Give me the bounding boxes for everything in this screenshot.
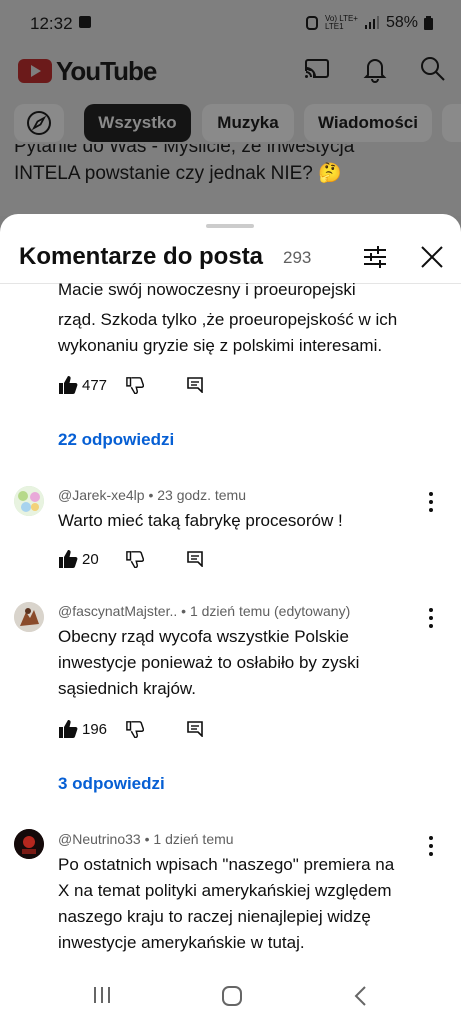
hotspot-icon (305, 16, 318, 30)
like-icon[interactable] (58, 375, 78, 395)
reply-icon[interactable] (187, 721, 203, 737)
meta-separator: • (144, 831, 150, 847)
meta-separator: • (181, 603, 187, 619)
post-line-2: INTELA powstanie czy jednak NIE? 🤔 (14, 163, 342, 184)
more-options-icon[interactable] (428, 836, 434, 856)
comment-4-line-1: Po ostatnich wpisach "naszego" premiera … (58, 855, 395, 874)
category-chips: Wszystko Muzyka Wiadomości (0, 104, 461, 144)
avatar-image (14, 602, 44, 632)
network-label: Vo) LTE+ LTE1 (324, 14, 358, 31)
more-options-icon[interactable] (428, 492, 434, 512)
post-line-1: Pytanie do Was - Myślicie, że inwestycja (14, 144, 355, 157)
avatar[interactable] (14, 602, 44, 632)
filter-sort-icon[interactable] (362, 245, 388, 269)
dislike-icon[interactable] (126, 720, 144, 738)
comment-2-like-count: 20 (82, 551, 99, 568)
notification-check-icon (79, 16, 91, 28)
status-time: 12:32 (30, 14, 73, 33)
avatar[interactable] (14, 486, 44, 516)
like-icon[interactable] (58, 549, 78, 569)
comment-1-like-count: 477 (82, 377, 108, 394)
search-icon[interactable] (419, 55, 447, 83)
bell-icon[interactable] (361, 55, 389, 83)
comment-2-line-1: Warto mieć taką fabrykę procesorów ! (58, 511, 343, 530)
chip-all[interactable]: Wszystko (84, 104, 191, 142)
comment-3-meta: @fascynatMajster.. • 1 dzień temu (edyto… (58, 603, 350, 619)
dislike-icon[interactable] (126, 376, 144, 394)
sheet-drag-handle[interactable] (206, 224, 254, 228)
comment-4-meta: @Neutrino33 • 1 dzień temu (58, 831, 234, 847)
sheet-title: Komentarze do posta (19, 243, 264, 270)
comment-2-author[interactable]: @Jarek-xe4lp (58, 487, 145, 503)
comment-3-time: 1 dzień temu (edytowany) (189, 603, 351, 619)
reply-icon[interactable] (187, 551, 203, 567)
comment-4-author[interactable]: @Neutrino33 (58, 831, 141, 847)
youtube-play-icon (18, 59, 52, 83)
comment-count: 293 (283, 248, 312, 267)
more-options-icon[interactable] (428, 608, 434, 628)
comment-3-like-count: 196 (82, 721, 108, 738)
comment-1-line-1: Macie swój nowoczesny i proeuropejski (58, 283, 356, 299)
comment-4-line-4: inwestycje amerykańskie w tutaj. (58, 933, 305, 952)
avatar-image (14, 486, 44, 516)
comment-4-line-2: X na temat polityki amerykańskiej względ… (58, 881, 392, 900)
signal-icon (364, 16, 379, 29)
close-icon[interactable] (421, 246, 443, 268)
chip-music[interactable]: Muzyka (202, 104, 294, 142)
comment-4-line-3: naszego kraju to raczej nienajlepiej wid… (58, 907, 371, 926)
chip-news[interactable]: Wiadomości (304, 104, 432, 142)
youtube-logo-text: YouTube (56, 56, 157, 86)
comment-1-line-2: rząd. Szkoda tylko ,że proeuropejskość w… (58, 310, 398, 329)
compass-icon (27, 111, 51, 135)
battery-percent: 58% (385, 14, 418, 31)
status-bar: 12:32 Vo) LTE+ LTE1 58% (0, 0, 461, 46)
comment-2-meta: @Jarek-xe4lp • 23 godz. temu (58, 487, 246, 503)
status-right: Vo) LTE+ LTE1 58% (305, 14, 433, 32)
battery-icon (424, 16, 433, 30)
comment-3-replies-link[interactable]: 3 odpowiedzi (58, 774, 165, 794)
comment-3-author[interactable]: @fascynatMajster.. (58, 603, 177, 619)
like-icon[interactable] (58, 719, 78, 739)
meta-separator: • (148, 487, 154, 503)
reply-icon[interactable] (187, 377, 203, 393)
post-text: Pytanie do Was - Myślicie, że inwestycja… (14, 144, 454, 187)
home-icon[interactable] (221, 985, 243, 1007)
comment-3-line-1: Obecny rząd wycofa wszystkie Polskie (58, 627, 349, 646)
back-icon[interactable] (352, 985, 368, 1007)
avatar[interactable] (14, 829, 44, 859)
comment-3-line-3: sąsiednich krajów. (58, 679, 196, 698)
comment-1-replies-link[interactable]: 22 odpowiedzi (58, 430, 174, 450)
comment-4-time: 1 dzień temu (153, 831, 234, 847)
recent-apps-icon[interactable] (92, 985, 112, 1005)
explore-chip[interactable] (14, 104, 64, 142)
chip-more[interactable] (442, 104, 461, 142)
dislike-icon[interactable] (126, 550, 144, 568)
cast-icon[interactable] (303, 55, 331, 83)
avatar-image (14, 829, 44, 859)
comment-1-line-3: wykonaniu gryzie się z polskimi interesa… (58, 336, 383, 355)
comment-2-time: 23 godz. temu (157, 487, 246, 503)
comment-3-line-2: inwestycje ponieważ to osłabiło by zyski (58, 653, 360, 672)
